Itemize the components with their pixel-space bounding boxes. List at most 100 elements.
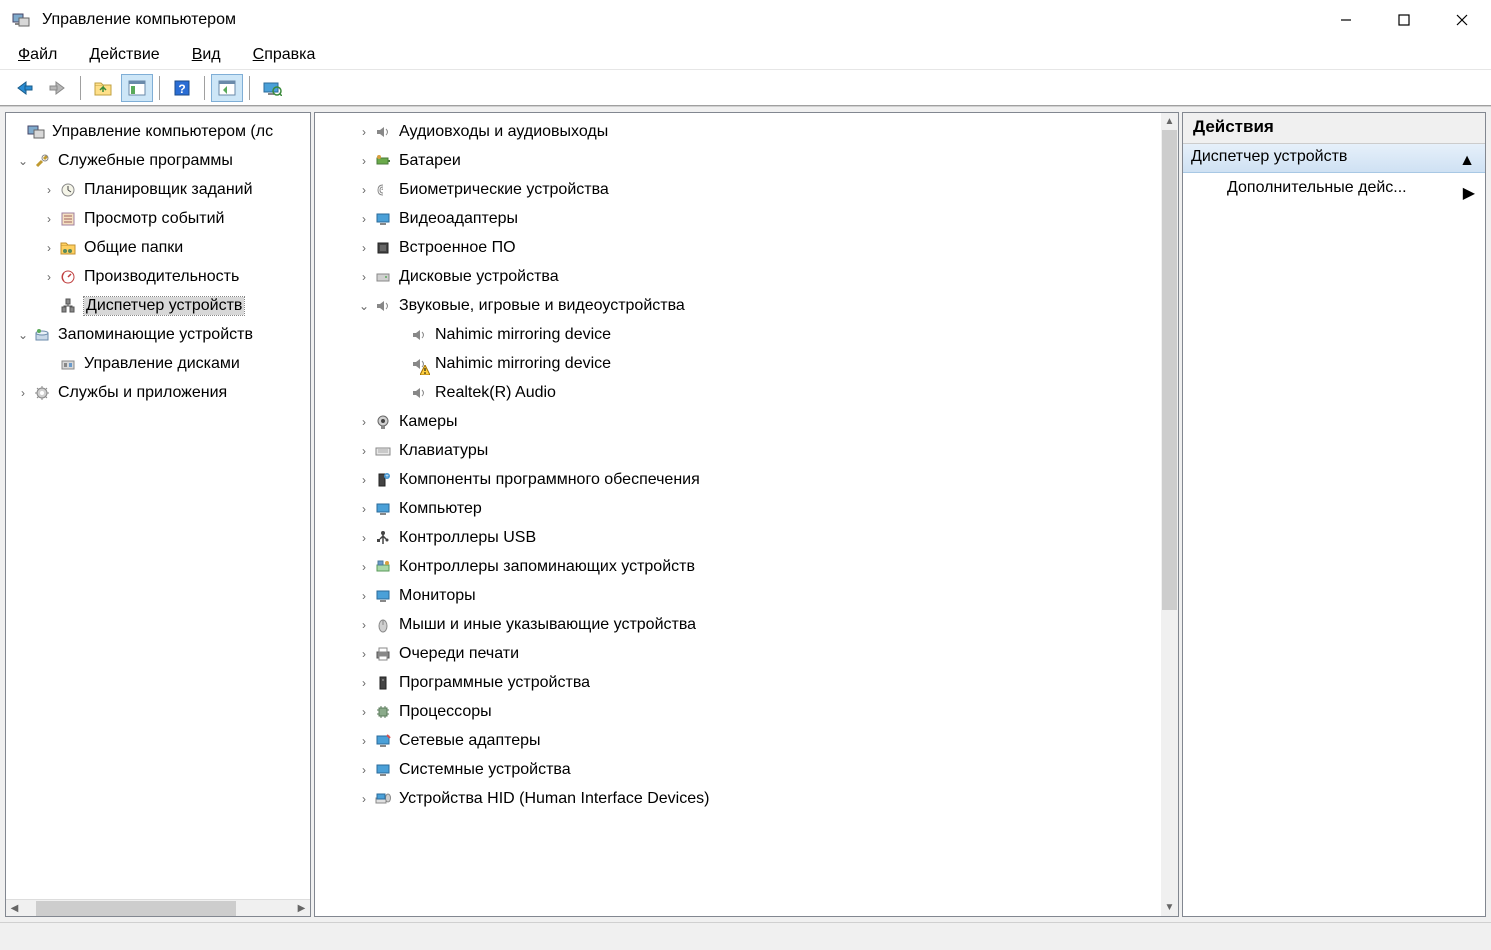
tree-event-viewer[interactable]: › Просмотр событий <box>6 204 310 233</box>
expand-icon[interactable]: › <box>14 387 32 399</box>
dev-monitors[interactable]: ›Мониторы <box>315 581 1161 610</box>
minimize-button[interactable] <box>1317 0 1375 40</box>
dev-firmware[interactable]: ›Встроенное ПО <box>315 233 1161 262</box>
dev-sw-components[interactable]: ›+Компоненты программного обеспечения <box>315 465 1161 494</box>
tree-task-scheduler[interactable]: › Планировщик заданий <box>6 175 310 204</box>
dev-nahimic-2[interactable]: Nahimic mirroring device <box>315 349 1161 378</box>
sound-device-icon <box>409 325 429 345</box>
fingerprint-icon <box>373 180 393 200</box>
titlebar[interactable]: Управление компьютером <box>0 0 1491 40</box>
dev-audio-io[interactable]: ›Аудиовходы и аудиовыходы <box>315 117 1161 146</box>
dev-cameras[interactable]: ›Камеры <box>315 407 1161 436</box>
software-device-icon <box>373 673 393 693</box>
dev-mice[interactable]: ›Мыши и иные указывающие устройства <box>315 610 1161 639</box>
disk-drive-icon <box>373 267 393 287</box>
dev-batteries[interactable]: ›Батареи <box>315 146 1161 175</box>
disk-icon <box>58 354 78 374</box>
menu-help[interactable]: Справка <box>247 44 322 66</box>
battery-icon <box>373 151 393 171</box>
scroll-down-icon[interactable]: ▼ <box>1161 899 1178 916</box>
collapse-icon[interactable]: ⌄ <box>14 155 32 167</box>
tree-storage[interactable]: ⌄ Запоминающие устройств <box>6 320 310 349</box>
nav-back-button[interactable] <box>8 74 40 102</box>
scan-hardware-button[interactable] <box>256 74 288 102</box>
dev-display[interactable]: ›Видеоадаптеры <box>315 204 1161 233</box>
actions-more[interactable]: Дополнительные дейс... ▶ <box>1183 173 1485 203</box>
menu-view[interactable]: Вид <box>186 44 227 66</box>
usb-icon <box>373 528 393 548</box>
up-folder-button[interactable] <box>87 74 119 102</box>
tools-icon <box>32 151 52 171</box>
scroll-right-icon[interactable]: ▶ <box>293 900 310 917</box>
monitor-icon <box>373 586 393 606</box>
statusbar <box>0 922 1491 950</box>
shared-folder-icon <box>58 238 78 258</box>
services-icon <box>32 383 52 403</box>
camera-icon <box>373 412 393 432</box>
toolbar: ? <box>0 70 1491 106</box>
tree-device-manager[interactable]: Диспетчер устройств <box>6 291 310 320</box>
audio-icon <box>373 122 393 142</box>
tree-system-tools[interactable]: ⌄ Служебные программы <box>6 146 310 175</box>
dev-print-queues[interactable]: ›Очереди печати <box>315 639 1161 668</box>
dev-sw-devices[interactable]: ›Программные устройства <box>315 668 1161 697</box>
vertical-scrollbar[interactable]: ▲ ▼ <box>1161 113 1178 916</box>
maximize-button[interactable] <box>1375 0 1433 40</box>
tree-root[interactable]: Управление компьютером (лс <box>6 117 310 146</box>
dev-usb[interactable]: ›Контроллеры USB <box>315 523 1161 552</box>
computer-management-icon <box>26 122 46 142</box>
clock-icon <box>58 180 78 200</box>
tree-shared-folders[interactable]: › Общие папки <box>6 233 310 262</box>
sound-device-icon <box>409 383 429 403</box>
expand-icon[interactable]: › <box>40 242 58 254</box>
svg-text:+: + <box>385 474 389 480</box>
expand-icon[interactable]: › <box>40 184 58 196</box>
show-hide-tree-button[interactable] <box>121 74 153 102</box>
dev-keyboards[interactable]: ›Клавиатуры <box>315 436 1161 465</box>
scroll-left-icon[interactable]: ◀ <box>6 900 23 917</box>
menu-action[interactable]: Действие <box>83 44 165 66</box>
dev-realtek[interactable]: Realtek(R) Audio <box>315 378 1161 407</box>
tree-disk-management[interactable]: Управление дисками <box>6 349 310 378</box>
scroll-up-icon[interactable]: ▲ <box>1161 113 1178 130</box>
dev-hid[interactable]: ›Устройства HID (Human Interface Devices… <box>315 784 1161 813</box>
keyboard-icon <box>373 441 393 461</box>
collapse-icon[interactable]: ⌄ <box>14 329 32 341</box>
tree-performance[interactable]: › Производительность <box>6 262 310 291</box>
horizontal-scrollbar[interactable]: ◀ ▶ <box>6 899 310 916</box>
dev-biometric[interactable]: ›Биометрические устройства <box>315 175 1161 204</box>
performance-icon <box>58 267 78 287</box>
printer-icon <box>373 644 393 664</box>
scrollbar-thumb[interactable] <box>1162 130 1177 610</box>
system-device-icon <box>373 760 393 780</box>
console-tree-panel: Управление компьютером (лс ⌄ Служебные п… <box>5 112 311 917</box>
dev-storage-ctrl[interactable]: ›Контроллеры запоминающих устройств <box>315 552 1161 581</box>
tree-services-apps[interactable]: › Службы и приложения <box>6 378 310 407</box>
expand-icon[interactable]: › <box>40 213 58 225</box>
software-component-icon: + <box>373 470 393 490</box>
dev-network[interactable]: ›Сетевые адаптеры <box>315 726 1161 755</box>
window-title: Управление компьютером <box>42 11 1317 29</box>
close-button[interactable] <box>1433 0 1491 40</box>
scrollbar-thumb[interactable] <box>36 901 236 916</box>
actions-panel: Действия Диспетчер устройств ▲ Дополните… <box>1182 112 1486 917</box>
dev-processors[interactable]: ›Процессоры <box>315 697 1161 726</box>
show-hide-action-pane-button[interactable] <box>211 74 243 102</box>
dev-sound[interactable]: ⌄Звуковые, игровые и видеоустройства <box>315 291 1161 320</box>
dev-disks[interactable]: ›Дисковые устройства <box>315 262 1161 291</box>
actions-section[interactable]: Диспетчер устройств ▲ <box>1183 144 1485 173</box>
dev-nahimic-1[interactable]: Nahimic mirroring device <box>315 320 1161 349</box>
sound-icon <box>373 296 393 316</box>
nav-forward-button[interactable] <box>42 74 74 102</box>
event-log-icon <box>58 209 78 229</box>
menu-file[interactable]: Файл <box>12 44 63 66</box>
dev-computer[interactable]: ›Компьютер <box>315 494 1161 523</box>
firmware-icon <box>373 238 393 258</box>
storage-controller-icon <box>373 557 393 577</box>
help-button[interactable]: ? <box>166 74 198 102</box>
display-adapter-icon <box>373 209 393 229</box>
expand-icon[interactable]: › <box>40 271 58 283</box>
device-manager-icon <box>58 296 78 316</box>
dev-system[interactable]: ›Системные устройства <box>315 755 1161 784</box>
collapse-arrow-icon[interactable]: ▲ <box>1459 152 1475 170</box>
